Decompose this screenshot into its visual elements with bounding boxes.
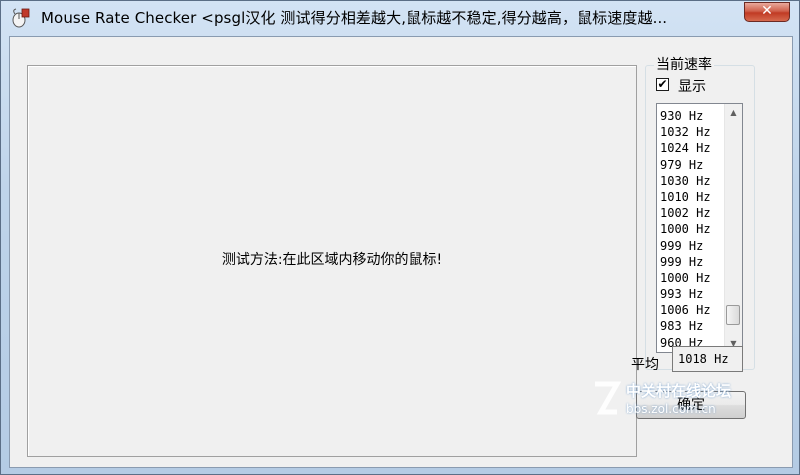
rate-list-item[interactable]: 1010 Hz [660,189,722,205]
vertical-scrollbar[interactable]: ▲ ▼ [724,104,742,352]
window-title: Mouse Rate Checker <psgl汉化 测试得分相差越大,鼠标越不… [41,9,668,27]
mouse-app-icon [12,8,30,28]
average-label: 平均 [631,357,659,373]
rate-listbox[interactable]: 930 Hz 1032 Hz 1024 Hz 979 Hz 1030 Hz 1010 Hz… [656,103,743,353]
rate-list-item[interactable]: 930 Hz [660,108,722,124]
current-rate-group: 当前速率 ✔ 显示 930 Hz 1032 Hz 1024 Hz 979 Hz 1030… [645,54,755,370]
show-label: 显示 [678,79,706,95]
rate-list-item[interactable]: 999 Hz [660,254,722,270]
rate-list-item[interactable]: 1000 Hz [660,270,722,286]
title-bar[interactable]: Mouse Rate Checker <psgl汉化 测试得分相差越大,鼠标越不… [1,1,800,36]
checkmark-icon: ✔ [657,77,668,91]
rate-list-item[interactable]: 999 Hz [660,238,722,254]
rate-list-item[interactable]: 1002 Hz [660,205,722,221]
current-rate-label: 当前速率 [654,54,714,74]
rate-list-item[interactable]: 993 Hz [660,286,722,302]
rate-list-item[interactable]: 1000 Hz [660,221,722,237]
close-icon: ✕ [761,3,773,19]
rate-list-item[interactable]: 1032 Hz [660,124,722,140]
ok-button[interactable]: 确定 [636,391,746,419]
rate-list-item[interactable]: 1024 Hz [660,140,722,156]
checkbox-box[interactable]: ✔ [656,78,669,91]
test-instruction: 测试方法:在此区域内移动你的鼠标! [221,252,443,268]
rate-list: 930 Hz 1032 Hz 1024 Hz 979 Hz 1030 Hz 1010 Hz… [660,108,722,351]
rate-list-item[interactable]: 983 Hz [660,318,722,334]
rate-list-item[interactable]: 1030 Hz [660,173,722,189]
average-field: 1018 Hz [672,346,743,372]
rate-list-item[interactable]: 979 Hz [660,157,722,173]
scroll-up-icon[interactable]: ▲ [725,104,742,121]
rate-list-item[interactable]: 1006 Hz [660,302,722,318]
mouse-test-area[interactable]: 测试方法:在此区域内移动你的鼠标! [27,65,637,457]
close-button[interactable]: ✕ [744,2,790,22]
window-frame: Mouse Rate Checker <psgl汉化 测试得分相差越大,鼠标越不… [0,0,800,475]
scroll-thumb[interactable] [726,305,740,325]
